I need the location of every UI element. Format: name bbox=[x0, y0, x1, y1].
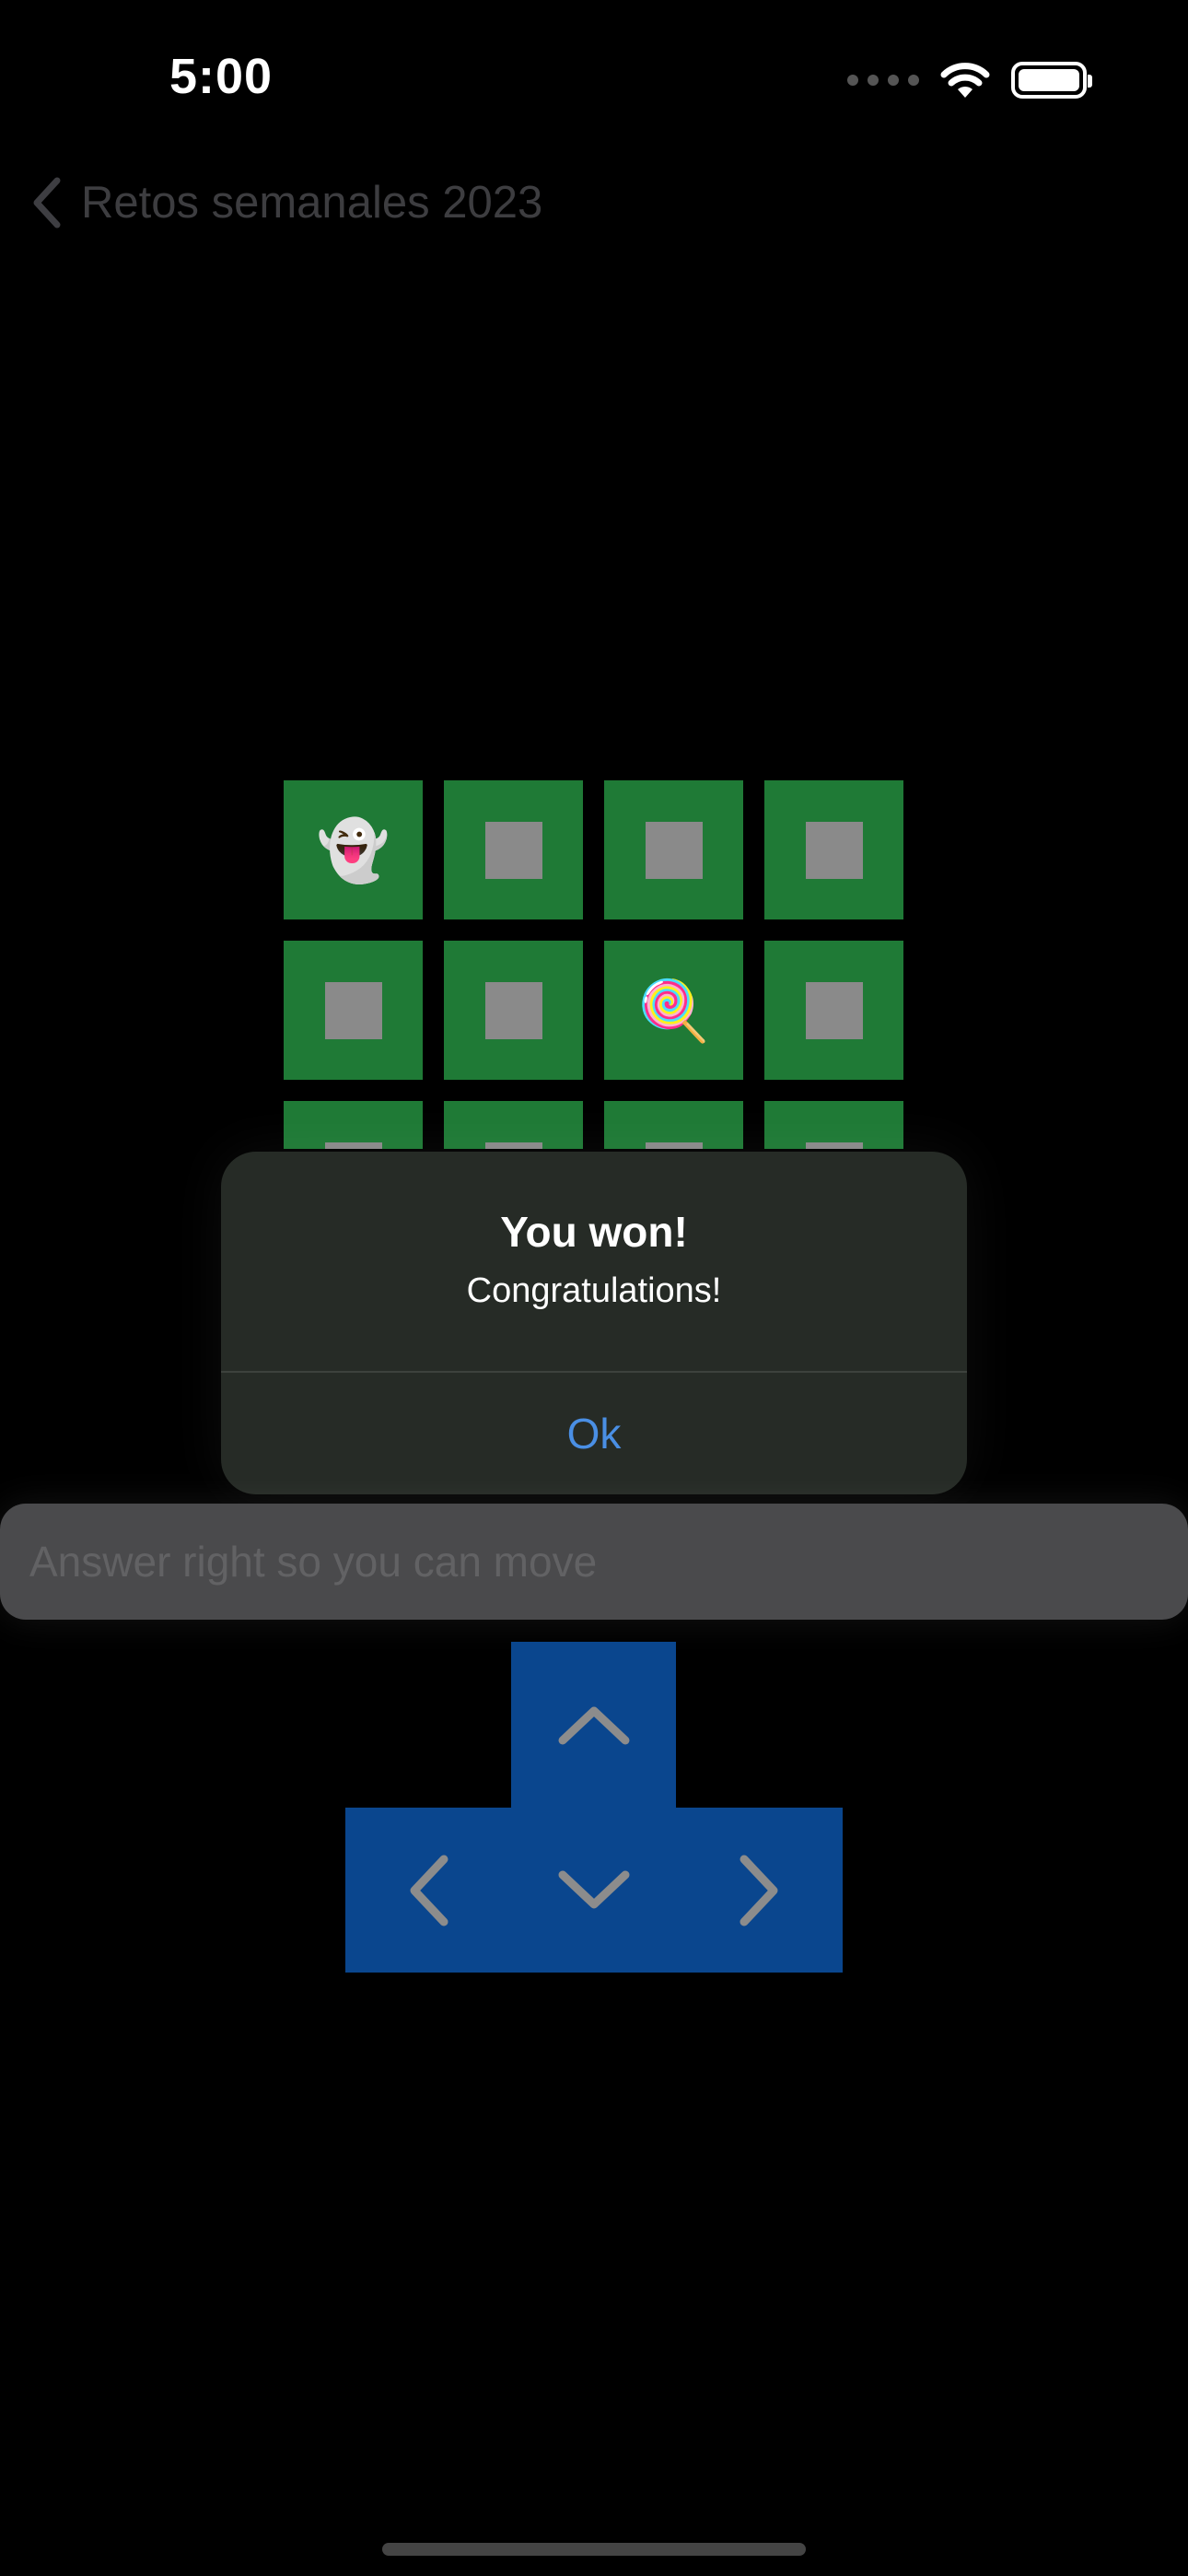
back-button[interactable]: Retos semanales 2023 bbox=[28, 175, 542, 230]
board-tile bbox=[444, 941, 583, 1080]
game-screen: 5:00 Retos semanales 2023 👻 🍭 You won! Co… bbox=[0, 0, 1188, 2576]
board-tile bbox=[284, 1101, 423, 1149]
board-tile bbox=[604, 780, 743, 919]
tile-marker bbox=[484, 821, 542, 879]
tile-marker bbox=[645, 1142, 703, 1149]
tile-marker bbox=[805, 981, 863, 1039]
board-tile bbox=[604, 1101, 743, 1149]
tile-marker bbox=[645, 821, 703, 879]
alert-message: Congratulations! bbox=[466, 1271, 722, 1310]
board-tile bbox=[444, 1101, 583, 1149]
chevron-right-icon bbox=[740, 1855, 778, 1926]
dpad-row bbox=[345, 1808, 843, 1973]
board-tile bbox=[444, 780, 583, 919]
chevron-left-icon bbox=[410, 1855, 448, 1926]
move-left-button[interactable] bbox=[345, 1808, 511, 1973]
status-icons bbox=[847, 57, 1092, 103]
tile-marker bbox=[324, 1142, 382, 1149]
board-tile bbox=[764, 1101, 903, 1149]
tile-marker bbox=[805, 821, 863, 879]
tile-marker bbox=[484, 1142, 542, 1149]
chevron-left-icon bbox=[33, 177, 61, 228]
lollipop-icon: 🍭 bbox=[636, 977, 711, 1044]
game-board: 👻 🍭 bbox=[284, 780, 904, 1149]
answer-input-placeholder: Answer right so you can move bbox=[29, 1538, 598, 1586]
wifi-icon bbox=[940, 63, 990, 98]
tile-marker bbox=[324, 981, 382, 1039]
cellular-signal-icon bbox=[847, 75, 919, 86]
status-time: 5:00 bbox=[169, 49, 274, 104]
board-tile: 👻 bbox=[284, 780, 423, 919]
board-tile bbox=[284, 941, 423, 1080]
board-tile: 🍭 bbox=[604, 941, 743, 1080]
win-alert-dialog: You won! Congratulations! Ok bbox=[221, 1152, 967, 1494]
alert-title: You won! bbox=[500, 1208, 688, 1256]
move-down-button[interactable] bbox=[511, 1808, 677, 1973]
home-indicator bbox=[382, 2543, 806, 2556]
battery-icon bbox=[1011, 62, 1092, 99]
back-button-label: Retos semanales 2023 bbox=[81, 178, 543, 228]
tile-marker bbox=[484, 981, 542, 1039]
board-tile bbox=[764, 941, 903, 1080]
tile-marker bbox=[805, 1142, 863, 1149]
alert-ok-button[interactable]: Ok bbox=[221, 1373, 967, 1494]
answer-input[interactable]: Answer right so you can move bbox=[0, 1504, 1188, 1620]
move-right-button[interactable] bbox=[677, 1808, 843, 1973]
chevron-down-icon bbox=[558, 1870, 630, 1908]
move-up-button[interactable] bbox=[511, 1642, 676, 1808]
board-tile bbox=[764, 780, 903, 919]
ghost-icon: 👻 bbox=[316, 816, 390, 884]
chevron-up-icon bbox=[558, 1706, 629, 1745]
